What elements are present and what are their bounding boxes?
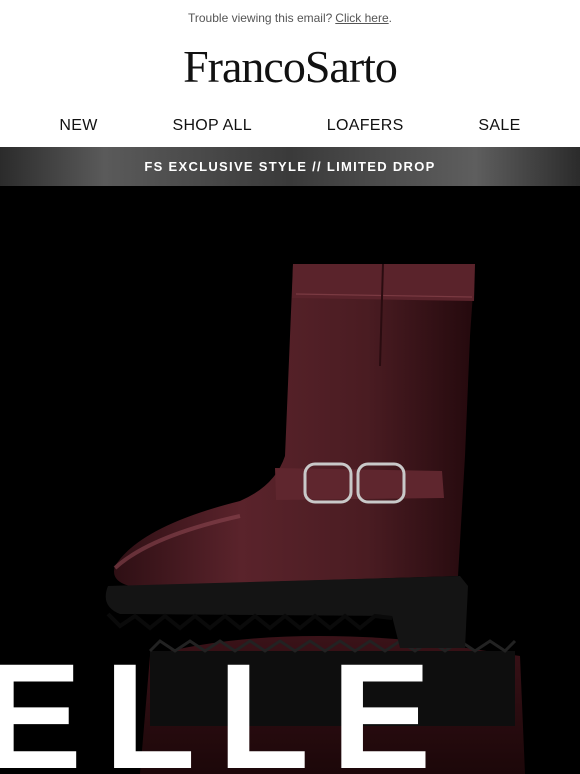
nav-item-new[interactable]: NEW xyxy=(59,117,97,135)
view-in-browser-link[interactable]: Click here xyxy=(335,11,388,25)
preheader: Trouble viewing this email? Click here . xyxy=(0,0,580,36)
promo-banner[interactable]: FS EXCLUSIVE STYLE // LIMITED DROP xyxy=(0,147,580,186)
preheader-text: Trouble viewing this email? xyxy=(188,11,333,25)
brand-logo[interactable]: FrancoSarto xyxy=(0,38,580,94)
main-nav: NEW SHOP ALL LOAFERS SALE xyxy=(0,110,580,142)
nav-item-sale[interactable]: SALE xyxy=(478,117,520,135)
hero-headline: ELLE xyxy=(0,632,454,774)
nav-item-shop-all[interactable]: SHOP ALL xyxy=(172,117,252,135)
preheader-suffix: . xyxy=(388,11,392,25)
nav-item-loafers[interactable]: LOAFERS xyxy=(327,117,404,135)
hero-section[interactable]: ELLE xyxy=(0,186,580,774)
